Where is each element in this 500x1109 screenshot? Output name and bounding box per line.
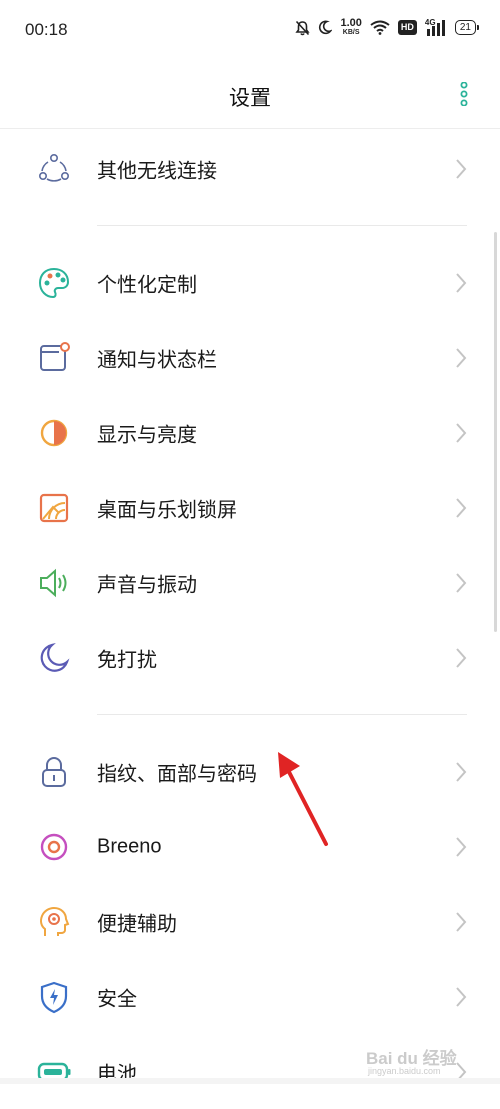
chevron-right-icon	[456, 272, 467, 293]
shield-icon	[40, 981, 68, 1013]
chevron-right-icon	[456, 647, 467, 668]
settings-item-label: 其他无线连接	[97, 160, 217, 182]
network-speed: 1.00 KB/S	[340, 18, 361, 37]
baidu-watermark: Bai du 经验 jingyan.baidu.com	[366, 1044, 486, 1080]
moon-status-icon	[319, 20, 333, 35]
settings-item-breeno[interactable]: Breeno	[0, 809, 500, 884]
hd-badge: HD	[397, 20, 417, 35]
chevron-right-icon	[456, 422, 467, 443]
palette-icon	[38, 267, 70, 298]
bell-off-icon	[295, 20, 311, 35]
status-icons: 1.00 KB/S HD 4G 21	[295, 18, 480, 37]
settings-item-security[interactable]: 安全	[0, 959, 500, 1034]
page-title: 设置	[229, 87, 271, 110]
wallpaper-icon	[39, 493, 69, 522]
scrollbar[interactable]	[494, 232, 497, 632]
chevron-right-icon	[456, 836, 467, 857]
chevron-right-icon	[456, 158, 467, 179]
chevron-right-icon	[456, 347, 467, 368]
settings-item-personalization[interactable]: 个性化定制	[0, 245, 500, 320]
lock-icon	[42, 756, 66, 787]
settings-item-label: 个性化定制	[97, 274, 197, 296]
settings-item-accessibility[interactable]: 便捷辅助	[0, 884, 500, 959]
chevron-right-icon	[456, 911, 467, 932]
settings-item-label: Breeno	[97, 835, 162, 857]
battery-icon	[37, 1062, 71, 1081]
status-time: 00:18	[25, 20, 68, 39]
breeno-icon	[40, 833, 68, 860]
brightness-icon	[40, 419, 68, 446]
moon-icon	[40, 642, 70, 672]
notification-icon	[40, 341, 70, 371]
settings-item-label: 显示与亮度	[97, 424, 197, 446]
settings-item-label: 安全	[97, 988, 137, 1010]
wireless-connection-icon	[38, 153, 69, 182]
settings-item-label: 免打扰	[97, 649, 157, 671]
chevron-right-icon	[456, 572, 467, 593]
more-options-icon[interactable]	[458, 82, 470, 106]
assistant-icon	[40, 906, 70, 936]
chevron-right-icon	[456, 497, 467, 518]
settings-item-fingerprint-face-password[interactable]: 指纹、面部与密码	[0, 734, 500, 809]
signal-bars-icon	[426, 19, 445, 36]
settings-item-label: 通知与状态栏	[97, 349, 217, 371]
status-bar: 00:18 1.00 KB/S HD 4G 21	[0, 0, 500, 60]
chevron-right-icon	[456, 761, 467, 782]
section-divider	[97, 714, 467, 715]
wifi-icon	[370, 20, 390, 35]
cellular-signal: 4G	[425, 18, 447, 36]
settings-item-other-wireless[interactable]: 其他无线连接	[0, 131, 500, 206]
settings-item-label: 指纹、面部与密码	[97, 763, 257, 785]
section-divider	[97, 225, 467, 226]
settings-item-label: 声音与振动	[97, 574, 197, 596]
settings-item-sound[interactable]: 声音与振动	[0, 545, 500, 620]
settings-item-wallpaper[interactable]: 桌面与乐划锁屏	[0, 470, 500, 545]
settings-item-label: 便捷辅助	[97, 913, 177, 935]
bottom-edge	[0, 1078, 500, 1084]
speaker-icon	[40, 568, 67, 597]
battery-indicator: 21	[454, 20, 480, 35]
settings-item-do-not-disturb[interactable]: 免打扰	[0, 620, 500, 695]
settings-item-label: 桌面与乐划锁屏	[97, 499, 237, 521]
settings-item-display[interactable]: 显示与亮度	[0, 395, 500, 470]
network-speed-unit: KB/S	[342, 29, 360, 36]
chevron-right-icon	[456, 986, 467, 1007]
settings-item-notifications[interactable]: 通知与状态栏	[0, 320, 500, 395]
annotation-arrow-icon	[278, 752, 328, 846]
watermark-subtext: jingyan.baidu.com	[368, 1066, 441, 1076]
header: 设置	[0, 60, 500, 128]
network-speed-value: 1.00	[340, 17, 362, 29]
header-divider	[0, 128, 500, 129]
